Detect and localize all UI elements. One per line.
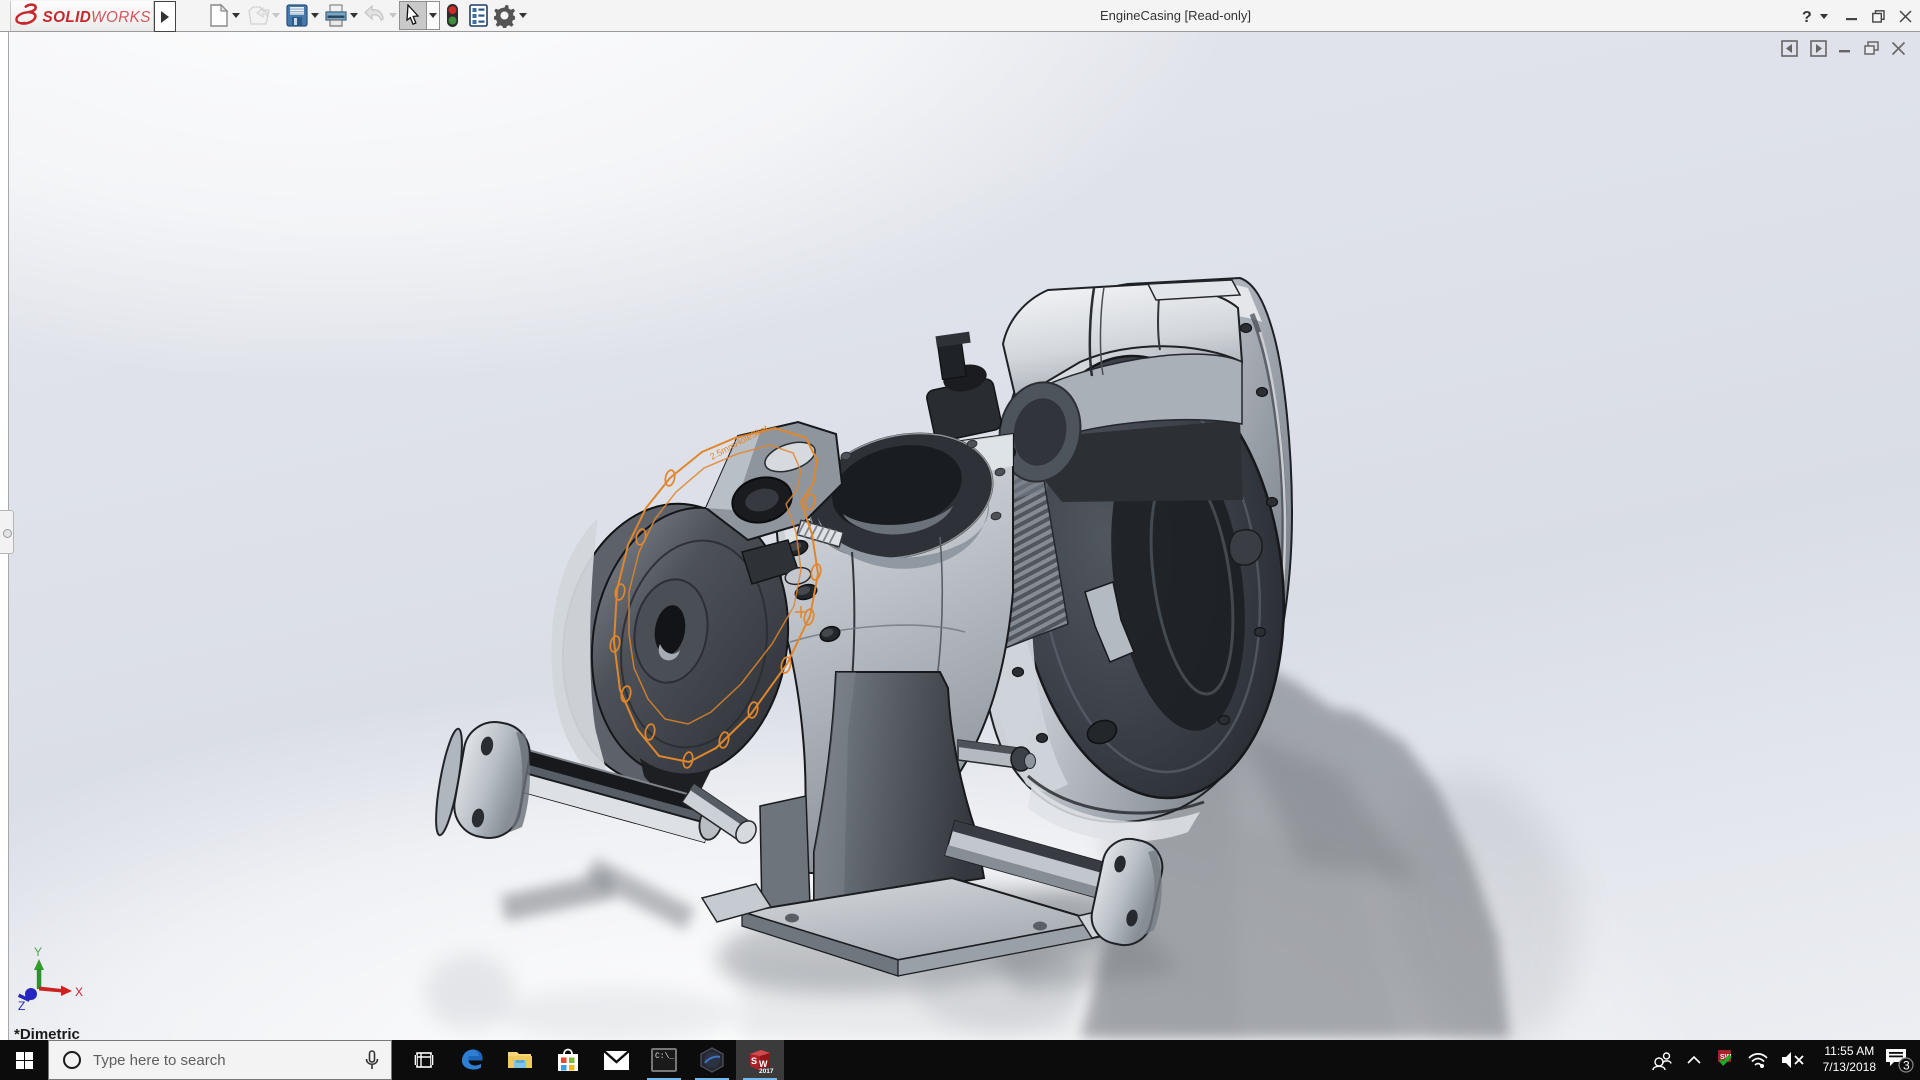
svg-text:2017: 2017 bbox=[759, 1068, 774, 1074]
svg-text:Z: Z bbox=[18, 999, 25, 1013]
svg-text:Y: Y bbox=[34, 945, 42, 959]
svg-text:SOLIDWORKS: SOLIDWORKS bbox=[43, 9, 152, 26]
svg-text:3: 3 bbox=[1903, 1059, 1910, 1073]
svg-text:X: X bbox=[75, 985, 83, 999]
svg-text:?: ? bbox=[1802, 9, 1812, 24]
svg-text:S: S bbox=[751, 1056, 757, 1066]
